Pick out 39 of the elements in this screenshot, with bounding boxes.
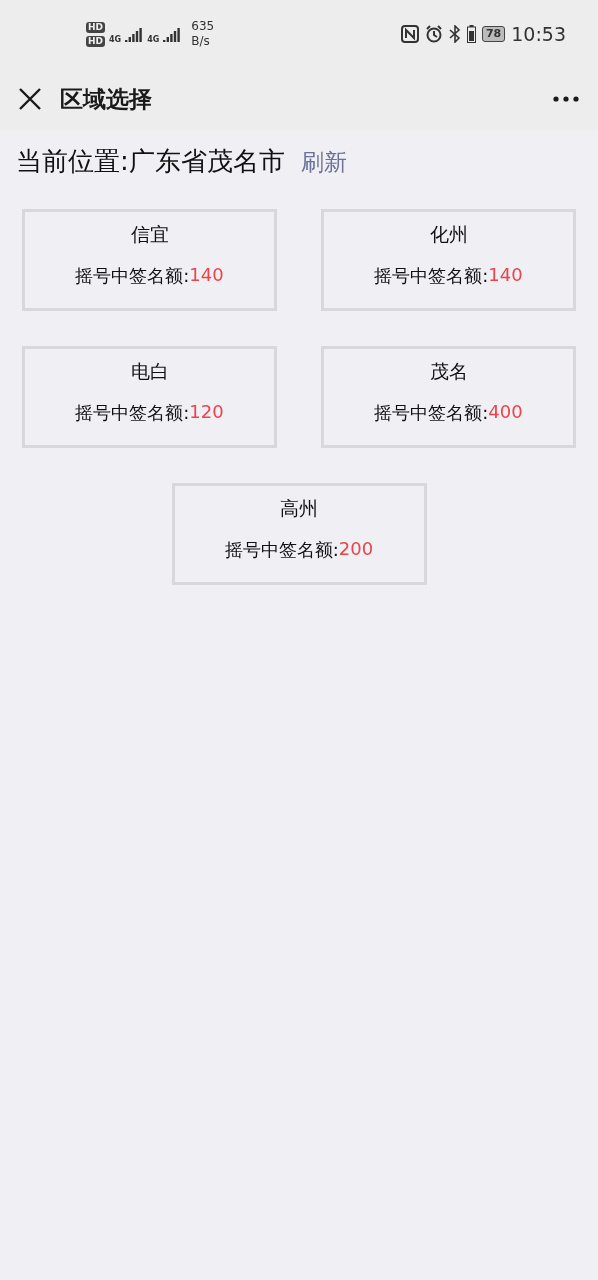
region-card[interactable]: 茂名 摇号中签名额:400 xyxy=(321,346,576,448)
sim-badge: HD xyxy=(86,35,105,47)
quota-count: 140 xyxy=(189,264,224,287)
refresh-link[interactable]: 刷新 xyxy=(300,147,347,178)
more-button[interactable] xyxy=(552,95,580,103)
clock-time: 10:53 xyxy=(511,23,566,45)
page-title: 区域选择 xyxy=(60,84,153,114)
quota-label: 摇号中签名额: xyxy=(75,264,190,288)
battery-icon xyxy=(466,25,476,43)
close-button[interactable] xyxy=(18,87,42,111)
alarm-icon xyxy=(424,25,443,43)
region-card[interactable]: 电白 摇号中签名额:120 xyxy=(22,346,277,448)
battery-level: 78 xyxy=(481,26,506,42)
signal-icon xyxy=(163,26,182,42)
quota-label: 摇号中签名额: xyxy=(75,401,190,425)
region-card[interactable]: 高州 摇号中签名额:200 xyxy=(171,483,427,585)
region-name: 信宜 xyxy=(130,222,169,247)
nfc-icon xyxy=(400,25,419,43)
region-name: 茂名 xyxy=(429,359,468,384)
signal-icon xyxy=(125,26,144,42)
network-label: 4G xyxy=(109,35,122,44)
speed-value: 635 xyxy=(191,19,215,34)
quota-count: 200 xyxy=(338,538,374,561)
speed-unit: B/s xyxy=(191,34,211,49)
quota-label: 摇号中签名额: xyxy=(374,401,489,425)
quota-label: 摇号中签名额: xyxy=(374,264,489,288)
quota-count: 140 xyxy=(488,264,523,287)
region-name: 化州 xyxy=(429,222,468,247)
region-card[interactable]: 化州 摇号中签名额:140 xyxy=(321,209,576,311)
region-name: 电白 xyxy=(130,359,169,384)
network-label: 4G xyxy=(147,35,160,44)
region-name: 高州 xyxy=(280,496,318,521)
region-card[interactable]: 信宜 摇号中签名额:140 xyxy=(22,209,277,311)
quota-count: 400 xyxy=(488,401,523,424)
current-location: 当前位置:广东省茂名市 xyxy=(16,145,285,178)
sim-badge: HD xyxy=(86,21,105,33)
bluetooth-icon xyxy=(448,25,461,43)
quota-label: 摇号中签名额: xyxy=(224,538,339,562)
quota-count: 120 xyxy=(189,401,224,424)
